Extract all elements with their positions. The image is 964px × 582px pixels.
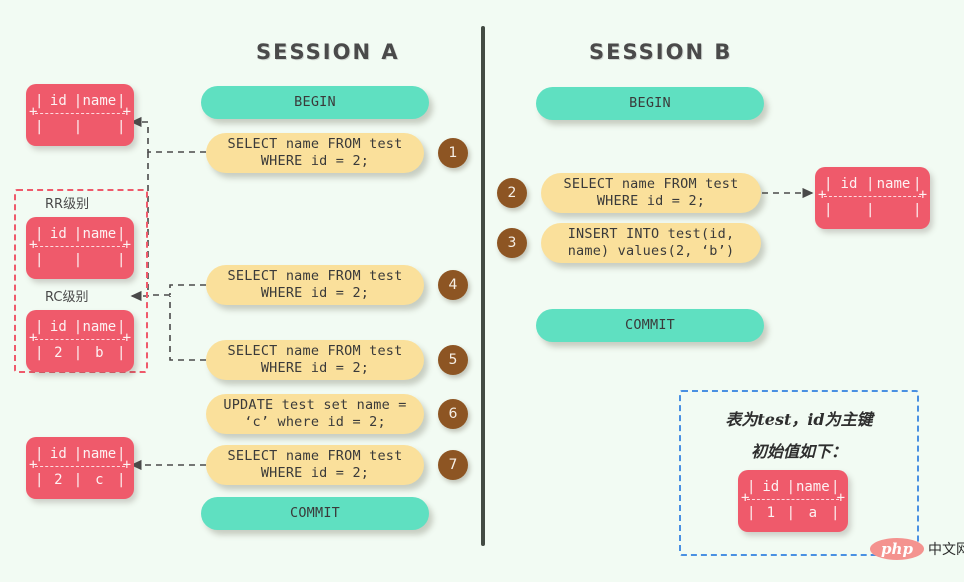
session-a-step-begin[interactable]: BEGIN: [201, 86, 429, 119]
header-id: id: [49, 93, 67, 109]
session-a-title: SESSION A: [256, 40, 400, 64]
table-separator: [29, 238, 131, 252]
pipe-glyph: |: [35, 252, 44, 268]
pipe-glyph: |: [117, 472, 126, 488]
table-header-row: | id | name |: [26, 316, 134, 338]
pipe-glyph: |: [35, 345, 44, 361]
table-initial-values: | id | name | | 1 | a |: [738, 470, 848, 532]
table-header-row: | id | name |: [26, 443, 134, 465]
session-a-step-commit[interactable]: COMMIT: [201, 497, 429, 530]
pipe-glyph: |: [73, 119, 83, 135]
pipe-glyph: |: [824, 202, 833, 218]
step-badge-4: 4: [438, 270, 468, 300]
pipe-glyph: |: [831, 505, 840, 521]
cell-id: 2: [54, 345, 63, 361]
step-badge-2: 2: [497, 178, 527, 208]
pipe-glyph: |: [73, 226, 83, 242]
header-name: name: [795, 479, 830, 495]
table-header-row: | id | name |: [26, 90, 134, 112]
session-a-step-7[interactable]: SELECT name FROM test WHERE id = 2;: [206, 445, 424, 485]
header-name: name: [82, 93, 117, 109]
pipe-glyph: |: [35, 119, 44, 135]
session-b-step-2[interactable]: SELECT name FROM test WHERE id = 2;: [541, 173, 761, 213]
session-a-step-5[interactable]: SELECT name FROM test WHERE id = 2;: [206, 340, 424, 380]
table-session-a-empty: | id | name | | | |: [26, 84, 134, 146]
pipe-glyph: |: [865, 176, 875, 192]
header-id: id: [49, 319, 67, 335]
pipe-glyph: |: [73, 472, 83, 488]
session-a-step-6[interactable]: UPDATE test set name = ‘c’ where id = 2;: [206, 394, 424, 434]
step-badge-6: 6: [438, 399, 468, 429]
watermark-text: 中文网: [928, 542, 964, 558]
pipe-glyph: |: [865, 202, 875, 218]
step-badge-7: 7: [438, 450, 468, 480]
header-id: id: [49, 446, 67, 462]
table-header-row: | id | name |: [26, 223, 134, 245]
session-b-title: SESSION B: [589, 40, 733, 64]
table-row: | 2 | c |: [26, 469, 134, 491]
table-session-a-after-update: | id | name | | 2 | c |: [26, 437, 134, 499]
header-id: id: [840, 176, 858, 192]
table-separator: [29, 331, 131, 345]
session-b-step-3[interactable]: INSERT INTO test(id, name) values(2, ‘b’…: [541, 223, 761, 263]
table-row: | 1 | a |: [738, 502, 848, 524]
cell-name: c: [95, 472, 104, 488]
table-session-b-empty: | id | name | | | |: [815, 167, 930, 229]
note-line-2: 初始值如下：: [750, 442, 847, 461]
session-a-step-1[interactable]: SELECT name FROM test WHERE id = 2;: [206, 133, 424, 173]
table-header-row: | id | name |: [815, 173, 930, 195]
table-row: | | |: [815, 199, 930, 221]
table-separator: [741, 491, 845, 505]
session-b-step-commit[interactable]: COMMIT: [536, 309, 764, 342]
table-header-row: | id | name |: [738, 476, 848, 498]
watermark: php 中文网: [870, 538, 964, 560]
pipe-glyph: |: [786, 479, 796, 495]
pipe-glyph: |: [73, 319, 83, 335]
cell-name: b: [95, 345, 104, 361]
header-name: name: [82, 446, 117, 462]
pipe-glyph: |: [117, 252, 126, 268]
pipe-glyph: |: [786, 505, 796, 521]
session-b-step-begin[interactable]: BEGIN: [536, 87, 764, 120]
cell-id: 1: [766, 505, 776, 521]
header-id: id: [762, 479, 780, 495]
cell-id: 2: [54, 472, 63, 488]
header-name: name: [82, 226, 117, 242]
header-name: name: [876, 176, 911, 192]
step-badge-3: 3: [497, 228, 527, 258]
table-row: | 2 | b |: [26, 342, 134, 364]
pipe-glyph: |: [913, 202, 922, 218]
pipe-glyph: |: [747, 505, 756, 521]
table-separator: [29, 105, 131, 119]
pipe-glyph: |: [117, 119, 126, 135]
session-divider: [481, 26, 485, 546]
table-row: | | |: [26, 116, 134, 138]
table-separator: [29, 458, 131, 472]
cell-name: a: [808, 505, 818, 521]
pipe-glyph: |: [73, 93, 83, 109]
step-badge-1: 1: [438, 138, 468, 168]
step-badge-5: 5: [438, 345, 468, 375]
diagram-canvas: SESSION A BEGIN SELECT name FROM test WH…: [0, 0, 964, 582]
note-line-1: 表为test，id为主键: [725, 410, 873, 429]
pipe-glyph: |: [73, 345, 83, 361]
table-separator: [818, 188, 927, 202]
rr-level-label: RR级别: [45, 197, 90, 212]
header-id: id: [49, 226, 67, 242]
php-logo-icon: php: [870, 538, 924, 560]
table-row: | | |: [26, 249, 134, 271]
pipe-glyph: |: [117, 345, 126, 361]
table-rr-level: | id | name | | | |: [26, 217, 134, 279]
table-rc-level: | id | name | | 2 | b |: [26, 310, 134, 372]
pipe-glyph: |: [73, 252, 83, 268]
pipe-glyph: |: [73, 446, 83, 462]
session-a-step-4[interactable]: SELECT name FROM test WHERE id = 2;: [206, 265, 424, 305]
rc-level-label: RC级别: [45, 290, 89, 305]
header-name: name: [82, 319, 117, 335]
pipe-glyph: |: [35, 472, 44, 488]
